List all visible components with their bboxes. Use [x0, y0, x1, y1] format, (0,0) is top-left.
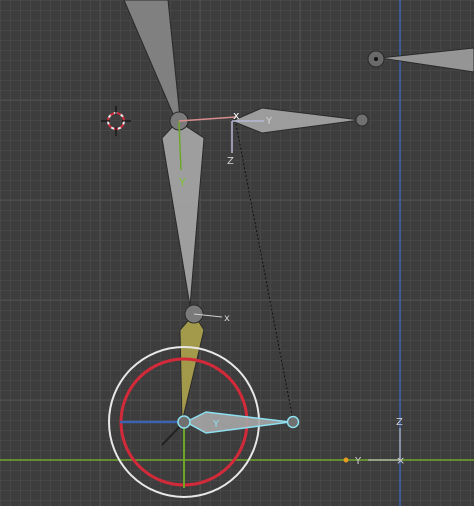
bone-joint-icon[interactable] — [355, 113, 369, 127]
foot-bone[interactable] — [184, 411, 291, 434]
origin-dot — [343, 457, 349, 463]
axis-label-corner-y: Y — [354, 456, 362, 467]
leg-bone[interactable] — [161, 120, 205, 307]
axis-label-gizmo-y: Y — [265, 116, 273, 127]
foot-root-joint[interactable] — [177, 415, 191, 429]
major-grid — [0, 0, 474, 506]
corner-x-mark: × — [396, 454, 405, 467]
right-arm-bone[interactable] — [379, 47, 474, 73]
upper-bone[interactable] — [123, 0, 181, 122]
3d-cursor-icon[interactable] — [101, 106, 131, 136]
bone-joint-center — [374, 57, 378, 61]
axis-label-corner-z: Z — [396, 417, 403, 428]
ik-chain-line — [235, 123, 294, 421]
ik-target-icon[interactable] — [286, 415, 300, 429]
axis-label-foot-y: Y — [212, 419, 220, 430]
axis-label-mid-x: x — [224, 313, 230, 324]
axis-label-gizmo-z: Z — [227, 156, 234, 167]
axis-label-upper-y: Y — [178, 176, 186, 189]
gizmo-x-mark: x — [233, 109, 240, 122]
viewport-canvas[interactable]: Y Y Z x x Y Z Y × — [0, 0, 474, 506]
3d-viewport[interactable]: Y Y Z x x Y Z Y × — [0, 0, 474, 506]
